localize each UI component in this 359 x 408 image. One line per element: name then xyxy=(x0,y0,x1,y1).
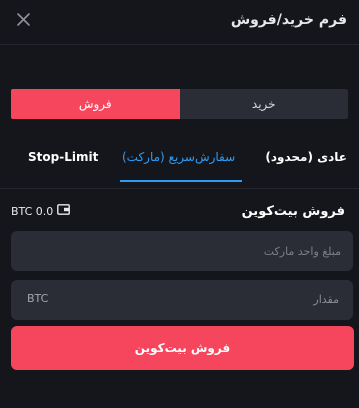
quantity-field[interactable]: BTC مقدار xyxy=(11,280,353,320)
header-divider xyxy=(0,44,359,45)
available-balance: BTC 0.0 xyxy=(11,204,71,218)
quantity-label: مقدار xyxy=(313,293,339,306)
buy-sell-toggle: فروش خرید xyxy=(11,89,348,119)
page-title: فرم خرید/فروش xyxy=(230,12,347,28)
tab-limit-order[interactable]: عادی (محدود) xyxy=(265,150,347,164)
tab-stop-limit[interactable]: Stop-Limit xyxy=(28,150,98,164)
wallet-icon xyxy=(57,204,71,218)
close-button[interactable] xyxy=(14,10,34,30)
order-form-panel: فرم خرید/فروش فروش خرید Stop-Limit سفارش… xyxy=(0,0,359,408)
market-amount-input[interactable] xyxy=(11,231,353,271)
section-title: فروش بیت‌کوین xyxy=(241,204,345,219)
sell-bitcoin-button[interactable]: فروش بیت‌کوین xyxy=(11,326,354,370)
order-type-tabs: Stop-Limit سفارش‌سریع (مارکت) عادی (محدو… xyxy=(0,140,359,186)
quantity-unit: BTC xyxy=(27,292,49,305)
tab-market-order[interactable]: سفارش‌سریع (مارکت) xyxy=(122,150,235,164)
active-tab-indicator xyxy=(120,180,242,182)
tabs-divider xyxy=(0,188,359,189)
buy-tab[interactable]: خرید xyxy=(179,89,348,119)
market-amount-field xyxy=(11,231,353,271)
sell-tab[interactable]: فروش xyxy=(11,89,180,119)
close-icon xyxy=(17,13,30,26)
balance-value: BTC 0.0 xyxy=(11,204,54,218)
